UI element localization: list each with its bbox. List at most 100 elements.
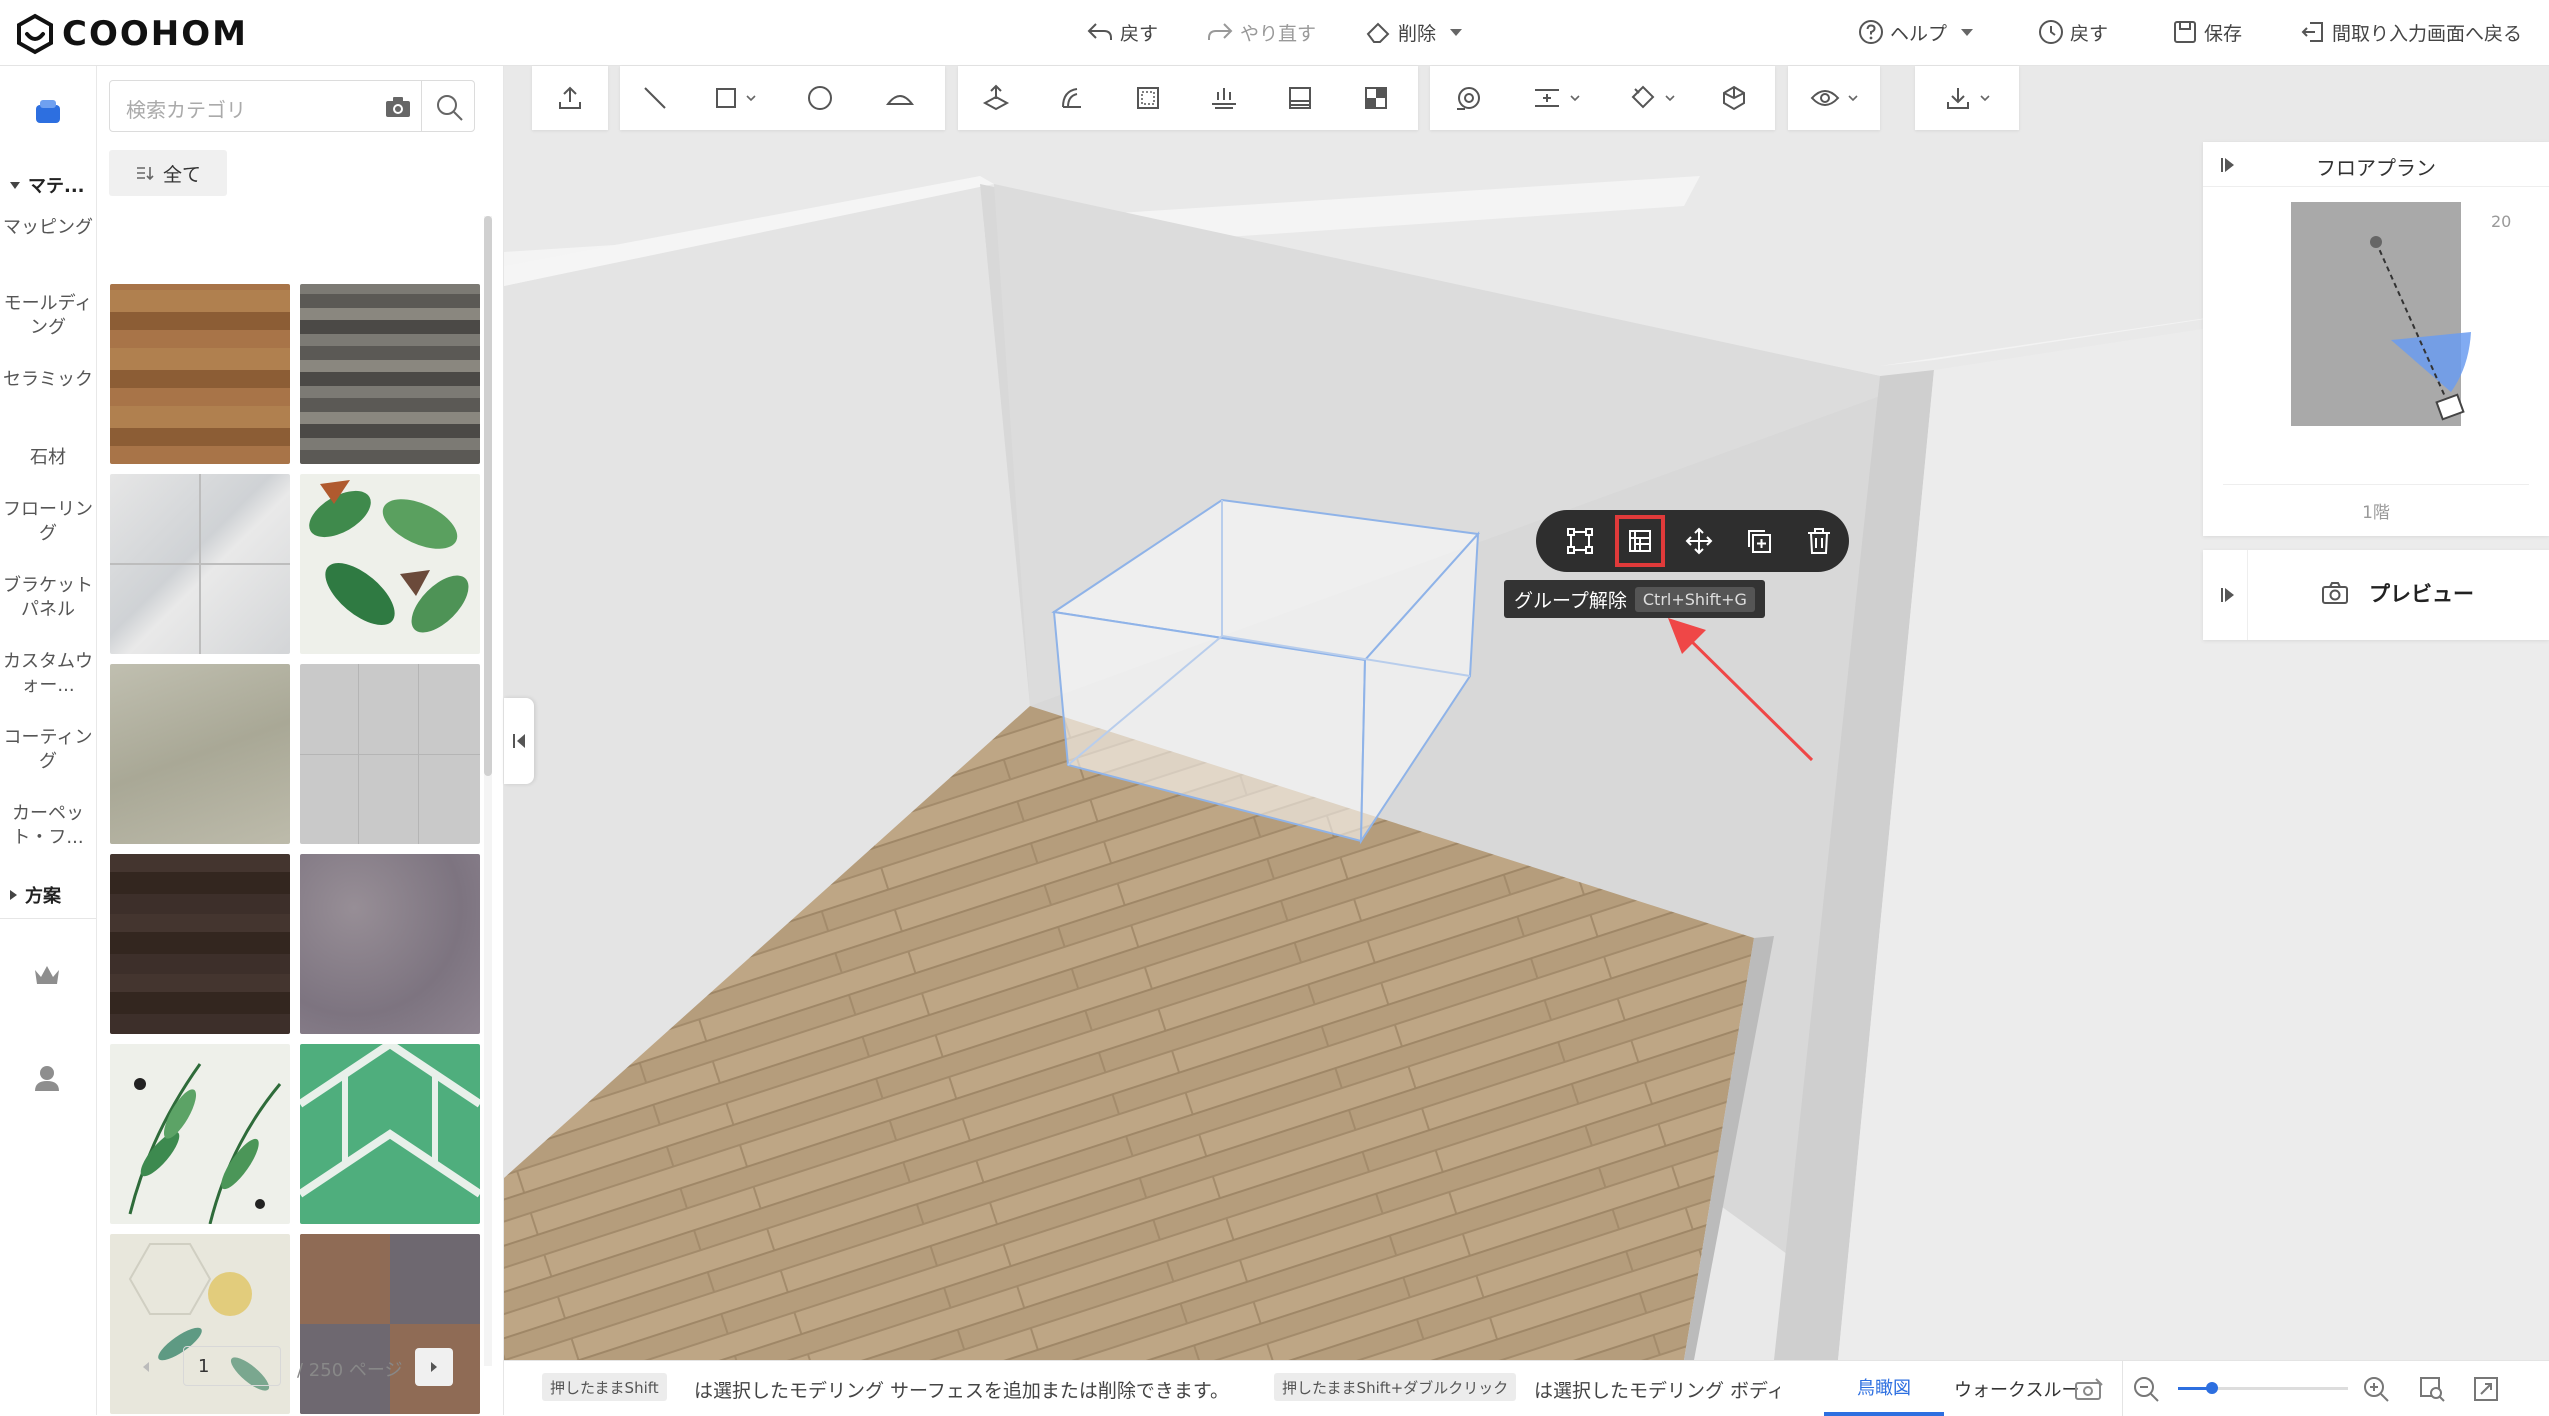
move-icon	[1686, 527, 1713, 555]
tooltip-label: グループ解除	[1514, 589, 1627, 612]
circle-tool-button[interactable]	[780, 66, 860, 130]
chevron-down-icon	[1961, 28, 1974, 36]
hint-shift-text: は選択したモデリング サーフェスを追加または削除できます。	[694, 1380, 1230, 1402]
fit-view-icon[interactable]	[2418, 1375, 2446, 1403]
surface-tool-button[interactable]	[1110, 66, 1186, 130]
surface-icon	[1137, 87, 1159, 109]
transform-button[interactable]	[1550, 510, 1610, 572]
line-tool-button[interactable]	[620, 66, 690, 130]
zoom-slider[interactable]	[2178, 1382, 2348, 1394]
crown-icon[interactable]	[32, 962, 62, 992]
upload-tool-button[interactable]	[532, 66, 608, 130]
align-tool-button[interactable]	[1186, 66, 1262, 130]
material-swatch-tropical-leaves[interactable]	[300, 474, 480, 654]
move-button[interactable]	[1670, 510, 1730, 572]
duplicate-button[interactable]	[1729, 510, 1789, 572]
collapse-right-icon[interactable]	[2221, 588, 2235, 602]
page-total: / 250 ページ	[297, 1360, 403, 1381]
floor-label[interactable]: 1階	[2203, 498, 2549, 523]
back-to-floorplan-button[interactable]: 間取り入力画面へ戻る	[2300, 14, 2522, 50]
history-button[interactable]: 戻す	[2038, 14, 2108, 50]
material-swatch-green-geometric[interactable]	[300, 1044, 480, 1224]
clock-icon	[2039, 20, 2063, 44]
material-swatch-wood-oak[interactable]	[110, 284, 290, 464]
search-input[interactable]: 検索カテゴリ	[126, 94, 246, 123]
floorplan-panel: フロアプラン 20 1階	[2203, 142, 2549, 536]
rectangle-tool-button[interactable]	[690, 66, 780, 130]
rail-materials-tab[interactable]	[0, 66, 96, 158]
preview-button[interactable]: プレビュー	[2321, 578, 2474, 608]
tab-birdseye[interactable]: 鳥瞰図	[1824, 1361, 1944, 1416]
rail-item-custom-wall[interactable]: カスタムウォー...	[0, 650, 96, 698]
camera-tool-button[interactable]	[1430, 66, 1506, 130]
help-menu[interactable]: ヘルプ	[1858, 14, 1974, 50]
rail-item-flooring[interactable]: フローリング	[0, 498, 96, 546]
offset-tool-button[interactable]	[1034, 66, 1110, 130]
brand-logo: COOHOM	[14, 13, 248, 55]
material-tool-button[interactable]	[1696, 66, 1772, 130]
split-tool-button[interactable]	[1338, 66, 1414, 130]
floorplan-zoom-badge: 20	[2491, 212, 2512, 231]
floorplan-header[interactable]: フロアプラン	[2203, 142, 2549, 187]
chevron-down-icon	[1980, 95, 1990, 102]
rail-section-plan[interactable]: 方案	[10, 882, 61, 908]
rail-item-stone[interactable]: 石材	[0, 446, 96, 470]
panel-collapse-handle[interactable]	[504, 698, 534, 784]
visibility-tool-button[interactable]	[1788, 66, 1880, 130]
download-tool-button[interactable]	[1915, 66, 2019, 130]
floorplan-minimap[interactable]	[2291, 202, 2471, 426]
rail-item-mapping[interactable]: マッピング	[0, 216, 96, 240]
panel-tool-button[interactable]	[1262, 66, 1338, 130]
material-swatch-concrete-beige[interactable]	[110, 664, 290, 844]
distribute-tool-button[interactable]	[1506, 66, 1606, 130]
undo-button[interactable]: 戻す	[1086, 14, 1158, 50]
toolbar-group-draw	[620, 66, 945, 130]
material-swatch-wood-dark[interactable]	[110, 854, 290, 1034]
material-swatch-stone-dark-strips[interactable]	[300, 284, 480, 464]
eraser-icon	[1366, 22, 1390, 43]
panel-scrollbar[interactable]	[484, 216, 492, 776]
rail-item-bracket-panel[interactable]: ブラケットパネル	[0, 574, 96, 622]
delete-label: 削除	[1398, 22, 1437, 45]
zoom-in-icon[interactable]	[2362, 1375, 2390, 1403]
rail-item-molding[interactable]: モールディング	[0, 292, 96, 340]
camera-icon[interactable]	[384, 95, 412, 119]
material-swatch-tile-grey[interactable]	[300, 664, 480, 844]
delete-button[interactable]: 削除	[1364, 14, 1463, 50]
zoom-out-icon[interactable]	[2132, 1375, 2160, 1403]
rectangle-icon	[716, 88, 736, 108]
pagination: 1 / 250 ページ	[97, 1336, 503, 1396]
rail-item-carpet[interactable]: カーペット・フ...	[0, 802, 96, 850]
delete-object-button[interactable]	[1789, 510, 1849, 572]
tab-walkthrough[interactable]: ウォークスルー	[1954, 1361, 2094, 1416]
save-button[interactable]: 保存	[2172, 14, 2242, 50]
rail-item-coating[interactable]: コーティング	[0, 726, 96, 774]
rail-section-material[interactable]: マテ...	[10, 172, 85, 198]
rail-item-ceramic[interactable]: セラミック	[0, 368, 96, 392]
page-number-input[interactable]: 1	[183, 1346, 281, 1386]
ungroup-button[interactable]	[1610, 510, 1670, 572]
zoom-slider-knob[interactable]	[2206, 1382, 2218, 1394]
search-icon[interactable]	[434, 92, 464, 122]
hint-shift-dblclick-key: 押したままShift+ダブルクリック	[1274, 1373, 1517, 1401]
material-swatch-marble-white[interactable]	[110, 474, 290, 654]
redo-icon	[1208, 23, 1233, 40]
collapse-left-icon	[513, 734, 525, 748]
redo-button[interactable]: やり直す	[1206, 14, 1316, 50]
material-swatch-leaf-pattern[interactable]	[110, 1044, 290, 1224]
paint-tool-button[interactable]	[1606, 66, 1696, 130]
arc-tool-button[interactable]	[860, 66, 940, 130]
material-swatch-granite-mauve[interactable]	[300, 854, 480, 1034]
user-icon[interactable]	[34, 1064, 60, 1096]
category-search[interactable]: 検索カテゴリ	[109, 80, 475, 132]
toolbar-group-view	[1430, 66, 1775, 130]
screenshot-icon[interactable]	[2074, 1377, 2104, 1401]
back-to-floorplan-label: 間取り入力画面へ戻る	[2332, 22, 2523, 45]
prev-page-button[interactable]	[127, 1348, 165, 1386]
filter-list-icon	[136, 167, 154, 181]
push-pull-tool-button[interactable]	[958, 66, 1034, 130]
fullscreen-icon[interactable]	[2472, 1375, 2500, 1403]
download-icon	[1947, 88, 1969, 109]
filter-all-button[interactable]: 全て	[109, 150, 227, 196]
next-page-button[interactable]	[415, 1348, 453, 1386]
